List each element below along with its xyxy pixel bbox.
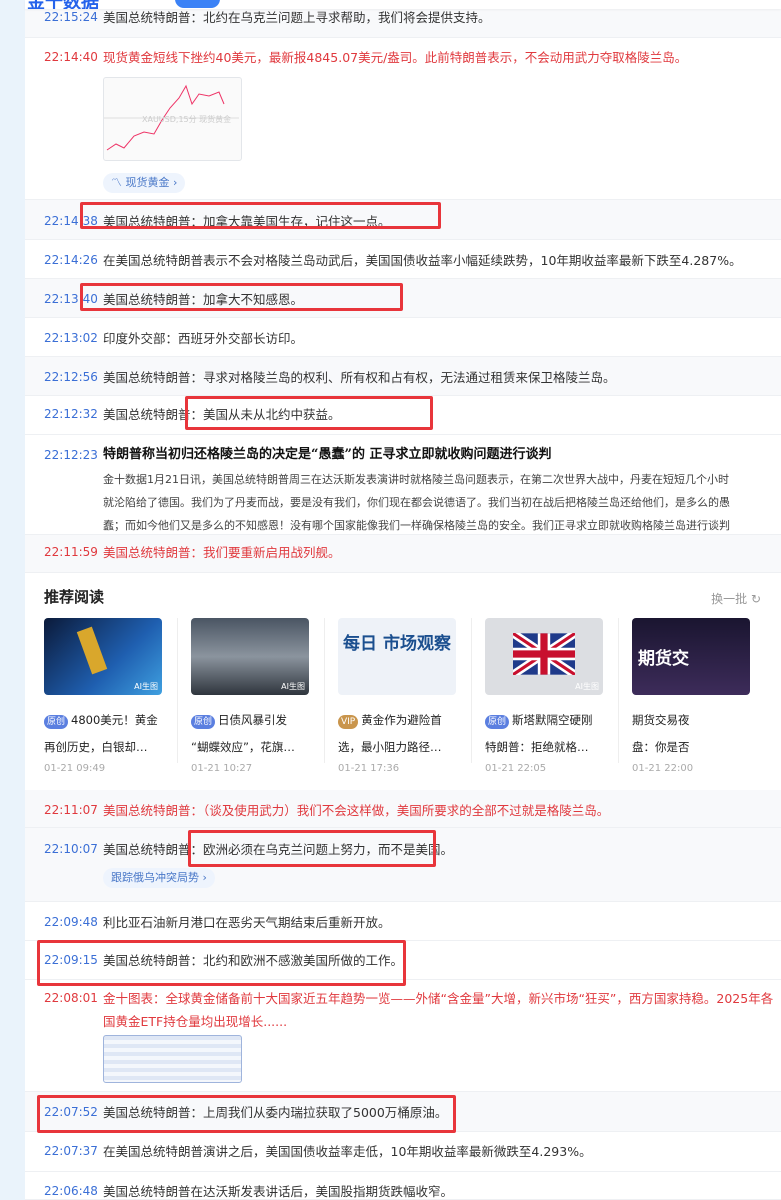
tag-russia-ukraine[interactable]: 跟踪俄乌冲突局势 › — [103, 868, 215, 888]
flash-time: 22:13:02 — [44, 331, 98, 345]
flash-time: 22:14:40 — [44, 50, 98, 64]
card-date: 01-21 22:05 — [485, 763, 547, 774]
annotation-box — [188, 830, 436, 867]
card-title: 日债风暴引发 — [218, 713, 288, 727]
flash-item: 22:11:59 美国总统特朗普：我们要重新启用战列舰。 — [25, 535, 781, 573]
card-title-line2: 盘：你是否 — [632, 740, 690, 754]
card-title-line2: 选，最小阻力路径… — [338, 740, 442, 754]
flash-text: 美国总统特朗普在达沃斯发表讲话后，美国股指期货跌幅收窄。 — [103, 1184, 454, 1199]
flash-item: 22:11:07 美国总统特朗普：（谈及使用武力）我们不会这样做，美国所要求的全… — [25, 790, 781, 828]
article-body: 金十数据1月21日讯，美国总统特朗普周三在达沃斯发表演讲时就格陵兰岛问题表示，在… — [103, 468, 781, 537]
card-date: 01-21 09:49 — [44, 763, 106, 774]
flash-text: 美国总统特朗普：北约在乌克兰问题上寻求帮助，我们将会提供支持。 — [103, 10, 491, 25]
top-header: 金十数据 — [25, 0, 781, 9]
body-line: 就沦陷给了德国。我们为了丹麦而战，要是没有我们，你们现在都会说德语了。我们当初在… — [103, 496, 730, 509]
card-date: 01-21 22:00 — [632, 763, 694, 774]
flash-item: 22:09:48 利比亚石油新月港口在恶劣天气期结束后重新开放。 — [25, 902, 781, 941]
section-title: 推荐阅读 — [44, 588, 105, 606]
flash-item: 22:07:37 在美国总统特朗普演讲之后，美国国债收益率走低，10年期收益率最… — [25, 1132, 781, 1172]
card-date: 01-21 17:36 — [338, 763, 400, 774]
flash-time: 22:11:59 — [44, 545, 98, 559]
flash-time: 22:08:01 — [44, 991, 98, 1005]
flash-item: 22:08:01 金十图表：全球黄金储备前十大国家近五年趋势一览——外储“含金量… — [25, 980, 781, 1092]
flash-time: 22:12:23 — [44, 448, 98, 462]
left-sidebar — [0, 0, 25, 1200]
card-title: 斯塔默隔空硬刚 — [512, 713, 593, 727]
ai-label: AI生图 — [575, 682, 599, 691]
tag-label: 现货黄金 › — [125, 176, 178, 189]
flash-item: 22:13:02 印度外交部：西班牙外交部长访印。 — [25, 318, 781, 357]
original-badge: 原创 — [44, 715, 69, 729]
flash-time: 22:10:07 — [44, 842, 98, 856]
logo[interactable]: 金十数据 — [27, 0, 99, 9]
flash-text: 美国总统特朗普：我们要重新启用战列舰。 — [103, 545, 341, 560]
article-card[interactable]: 每日 市场观察 VIP 黄金作为避险首选，最小阻力路径… 01-21 17:36 — [338, 618, 456, 774]
card-title-line2: “蝴蝶效应”，花旗… — [191, 740, 295, 754]
card-image: AI生图 — [485, 618, 603, 695]
flash-time: 22:09:48 — [44, 915, 98, 929]
card-image: 每日 市场观察 — [338, 618, 456, 695]
flash-text: 美国总统特朗普：寻求对格陵兰岛的权利、所有权和占有权，无法通过租赁来保卫格陵兰岛… — [103, 370, 616, 385]
card-image: AI生图 — [191, 618, 309, 695]
flash-text: 美国总统特朗普：（谈及使用武力）我们不会这样做，美国所要求的全部不过就是格陵兰岛… — [103, 803, 610, 818]
flash-time: 22:14:26 — [44, 253, 98, 267]
article-card[interactable]: AI生图 原创 斯塔默隔空硬刚特朗普：拒绝就格… 01-21 22:05 — [485, 618, 603, 774]
flash-time: 22:12:32 — [44, 407, 98, 421]
annotation-box — [37, 1095, 456, 1133]
article-title[interactable]: 特朗普称当初归还格陵兰岛的决定是“愚蠢”的 正寻求立即就收购问题进行谈判 — [103, 447, 778, 463]
refresh-label: 换一批 — [711, 592, 748, 606]
refresh-batch-button[interactable]: 换一批 ↻ — [711, 590, 761, 607]
original-badge: 原创 — [485, 715, 510, 729]
original-badge: 原创 — [191, 715, 216, 729]
annotation-box — [80, 283, 403, 311]
flash-item: 22:06:48 美国总统特朗普在达沃斯发表讲话后，美国股指期货跌幅收窄。 — [25, 1172, 781, 1200]
article-card[interactable]: 期货交 期货交易夜盘：你是否 01-21 22:00 — [632, 618, 750, 774]
flash-time: 22:11:07 — [44, 803, 98, 817]
article-card[interactable]: AI生图 原创 日债风暴引发 “蝴蝶效应”，花旗… 01-21 10:27 — [191, 618, 309, 774]
flash-time: 22:15:24 — [44, 10, 98, 24]
card-title-line2: 特朗普：拒绝就格… — [485, 740, 589, 754]
card-title: 期货交易夜 — [632, 713, 690, 727]
card-image: 期货交 — [632, 618, 750, 695]
nav-tab-active[interactable] — [175, 0, 220, 8]
flash-item: 22:14:40 现货黄金短线下挫约40美元，最新报4845.07美元/盎司。此… — [25, 38, 781, 200]
body-line: 蠢；而如今他们又是多么的不知感恩！没有哪个国家能像我们一样确保格陵兰岛的安全。我… — [103, 519, 730, 532]
flash-text: 印度外交部：西班牙外交部长访印。 — [103, 331, 304, 346]
body-line: 金十数据1月21日讯，美国总统特朗普周三在达沃斯发表演讲时就格陵兰岛问题表示，在… — [103, 473, 729, 486]
flash-text-block: 金十图表：全球黄金储备前十大国家近五年趋势一览——外储“含金量”大增，新兴市场“… — [103, 987, 778, 1033]
tag-spot-gold[interactable]: 〽 现货黄金 › — [103, 173, 186, 193]
chart-caption: XAUUSD,15分 现货黄金 — [142, 115, 232, 124]
article-card[interactable]: AI生图 原创 4800美元！黄金再创历史，白银却… 01-21 09:49 — [44, 618, 162, 774]
gold-reserve-table-thumbnail[interactable] — [103, 1035, 242, 1083]
vip-badge: VIP — [338, 715, 359, 729]
flash-time: 22:12:56 — [44, 370, 98, 384]
annotation-box — [37, 940, 406, 986]
flash-text: 在美国总统特朗普演讲之后，美国国债收益率走低，10年期收益率最新微跌至4.293… — [103, 1144, 592, 1159]
recommended-reading: 推荐阅读 换一批 ↻ AI生图 原创 4800美元！黄金 再创历史，白银却… 01-… — [25, 578, 781, 790]
card-date: 01-21 10:27 — [191, 763, 253, 774]
card-title-line2: 再创历史，白银却… — [44, 740, 148, 754]
chart-line-icon: 〽 — [111, 176, 126, 189]
flash-text-line2: ETF持仓量均出现增长...... — [140, 1014, 288, 1029]
flash-time: 22:06:48 — [44, 1184, 98, 1198]
flash-text: 现货黄金短线下挫约40美元，最新报4845.07美元/盎司。此前特朗普表示，不会… — [103, 50, 688, 65]
gold-chart-thumbnail[interactable]: XAUUSD,15分 现货黄金 — [103, 77, 242, 161]
card-title: 黄金作为避险首 — [361, 713, 442, 727]
annotation-box — [80, 202, 441, 229]
ai-label: AI生图 — [134, 682, 158, 691]
ai-label: AI生图 — [281, 682, 305, 691]
flash-text: 在美国总统特朗普表示不会对格陵兰岛动武后，美国国债收益率小幅延续跌势，10年期收… — [103, 253, 742, 268]
flash-text: 利比亚石油新月港口在恶劣天气期结束后重新开放。 — [103, 915, 391, 930]
card-image: AI生图 — [44, 618, 162, 695]
flash-item-article[interactable]: 22:12:23 特朗普称当初归还格陵兰岛的决定是“愚蠢”的 正寻求立即就收购问… — [25, 435, 781, 535]
flash-time: 22:07:37 — [44, 1144, 98, 1158]
flash-item: 22:12:56 美国总统特朗普：寻求对格陵兰岛的权利、所有权和占有权，无法通过… — [25, 357, 781, 396]
flash-item: 22:14:26 在美国总统特朗普表示不会对格陵兰岛动武后，美国国债收益率小幅延… — [25, 240, 781, 279]
refresh-icon: ↻ — [750, 592, 761, 606]
uk-flag-icon — [513, 633, 575, 675]
card-title: 4800美元！黄金 — [71, 713, 158, 727]
annotation-box — [185, 396, 433, 430]
